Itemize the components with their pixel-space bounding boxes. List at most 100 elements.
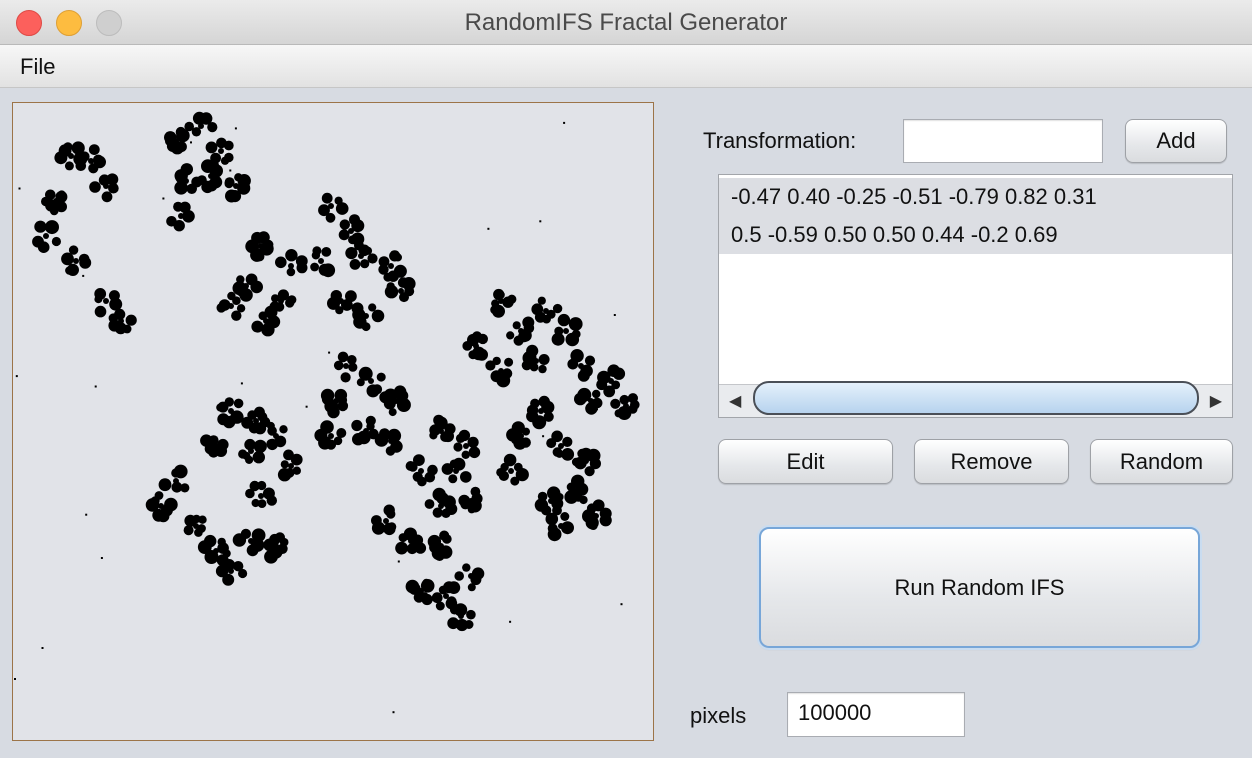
fractal-cluster — [32, 235, 44, 248]
edit-button[interactable]: Edit — [718, 439, 893, 484]
fractal-cluster — [610, 398, 621, 409]
fractal-cluster — [178, 213, 184, 219]
fractal-cluster — [251, 320, 264, 333]
fractal-cluster — [554, 326, 564, 336]
fractal-cluster — [599, 507, 612, 520]
fractal-cluster — [454, 571, 465, 581]
fractal-cluster — [73, 258, 79, 264]
transformation-list[interactable]: -0.47 0.40 -0.25 -0.51 -0.79 0.82 0.31 0… — [718, 174, 1233, 418]
fractal-cluster — [386, 509, 396, 519]
fractal-cluster — [173, 464, 188, 479]
fractal-cluster — [477, 333, 488, 345]
fractal-cluster — [570, 349, 584, 363]
fractal-cluster — [383, 522, 396, 536]
fractal-cluster — [328, 433, 334, 439]
fractal-cluster — [328, 203, 334, 209]
fractal-pixel — [620, 603, 623, 606]
fractal-cluster — [395, 541, 408, 555]
fractal-cluster — [194, 528, 203, 537]
fractal-cluster — [252, 451, 265, 464]
fractal-cluster — [158, 503, 164, 509]
fractal-cluster — [321, 192, 333, 204]
fractal-cluster — [320, 420, 334, 434]
fractal-cluster — [101, 191, 113, 203]
fractal-cluster — [125, 314, 137, 326]
fractal-cluster — [463, 443, 469, 449]
transformation-input[interactable] — [903, 119, 1103, 163]
fractal-cluster — [166, 216, 177, 227]
fractal-cluster — [288, 263, 294, 269]
pixels-input[interactable]: 100000 — [787, 692, 965, 737]
fractal-cluster — [336, 428, 347, 438]
fractal-cluster — [154, 491, 164, 500]
fractal-cluster — [158, 478, 172, 492]
fractal-cluster — [467, 583, 476, 592]
fractal-cluster — [584, 355, 596, 366]
remove-button[interactable]: Remove — [914, 439, 1069, 484]
fractal-cluster — [264, 549, 278, 564]
fractal-cluster — [351, 302, 364, 315]
fractal-cluster — [468, 350, 478, 360]
fractal-cluster — [89, 181, 101, 193]
fractal-cluster — [368, 378, 374, 384]
fractal-cluster — [228, 568, 234, 574]
fractal-cluster — [197, 175, 207, 185]
fractal-cluster — [619, 394, 630, 405]
fractal-cluster — [164, 497, 178, 512]
fractal-cluster — [538, 354, 550, 365]
fractal-cluster — [232, 296, 241, 305]
fractal-cluster — [251, 498, 260, 508]
fractal-cluster — [552, 303, 563, 314]
fractal-cluster — [402, 277, 416, 291]
fractal-cluster — [442, 495, 456, 509]
fractal-pixel — [94, 385, 97, 388]
fractal-cluster — [248, 448, 254, 454]
fractal-cluster — [269, 301, 281, 312]
fractal-cluster — [68, 245, 79, 255]
fractal-cluster — [338, 298, 344, 304]
fractal-cluster — [551, 430, 563, 443]
fractal-cluster — [533, 358, 539, 364]
fractal-cluster — [258, 493, 264, 499]
fractal-cluster — [548, 498, 554, 504]
fractal-cluster — [498, 298, 504, 304]
fractal-cluster — [388, 438, 394, 444]
fractal-cluster — [258, 243, 264, 249]
fractal-cluster — [103, 298, 109, 304]
scrollbar-thumb[interactable] — [753, 381, 1199, 415]
fractal-pixel — [229, 169, 232, 172]
list-item[interactable]: -0.47 0.40 -0.25 -0.51 -0.79 0.82 0.31 — [719, 178, 1232, 216]
fractal-cluster — [318, 263, 331, 276]
fractal-cluster — [506, 331, 515, 340]
fractal-cluster — [250, 280, 263, 294]
fractal-cluster — [266, 421, 275, 430]
fractal-cluster — [217, 413, 230, 426]
scroll-left-arrow-icon[interactable]: ◀ — [729, 391, 741, 411]
fractal-cluster — [68, 153, 74, 159]
fractal-cluster — [388, 263, 394, 269]
fractal-cluster — [337, 395, 348, 405]
fractal-cluster — [225, 189, 238, 203]
fractal-cluster — [318, 258, 324, 264]
fractal-cluster — [79, 151, 90, 162]
list-item[interactable]: 0.5 -0.59 0.50 0.50 0.44 -0.2 0.69 — [719, 216, 1232, 254]
fractal-cluster — [492, 356, 501, 366]
fractal-cluster — [560, 512, 570, 521]
fractal-pixel — [613, 314, 616, 316]
fractal-cluster — [233, 183, 239, 189]
fractal-cluster — [363, 428, 369, 434]
menu-file[interactable]: File — [20, 54, 55, 80]
fractal-cluster — [530, 398, 540, 409]
fractal-cluster — [246, 544, 259, 557]
fractal-cluster — [623, 403, 629, 409]
fractal-cluster — [236, 275, 245, 284]
fractal-cluster — [360, 259, 370, 269]
fractal-cluster — [393, 398, 399, 404]
horizontal-scrollbar[interactable]: ◀ ▶ — [719, 381, 1232, 417]
fractal-cluster — [408, 538, 414, 544]
scroll-right-arrow-icon[interactable]: ▶ — [1210, 391, 1222, 411]
fractal-cluster — [405, 579, 420, 594]
random-button[interactable]: Random — [1090, 439, 1233, 484]
add-button[interactable]: Add — [1125, 119, 1227, 163]
run-random-ifs-button[interactable]: Run Random IFS — [759, 527, 1200, 648]
